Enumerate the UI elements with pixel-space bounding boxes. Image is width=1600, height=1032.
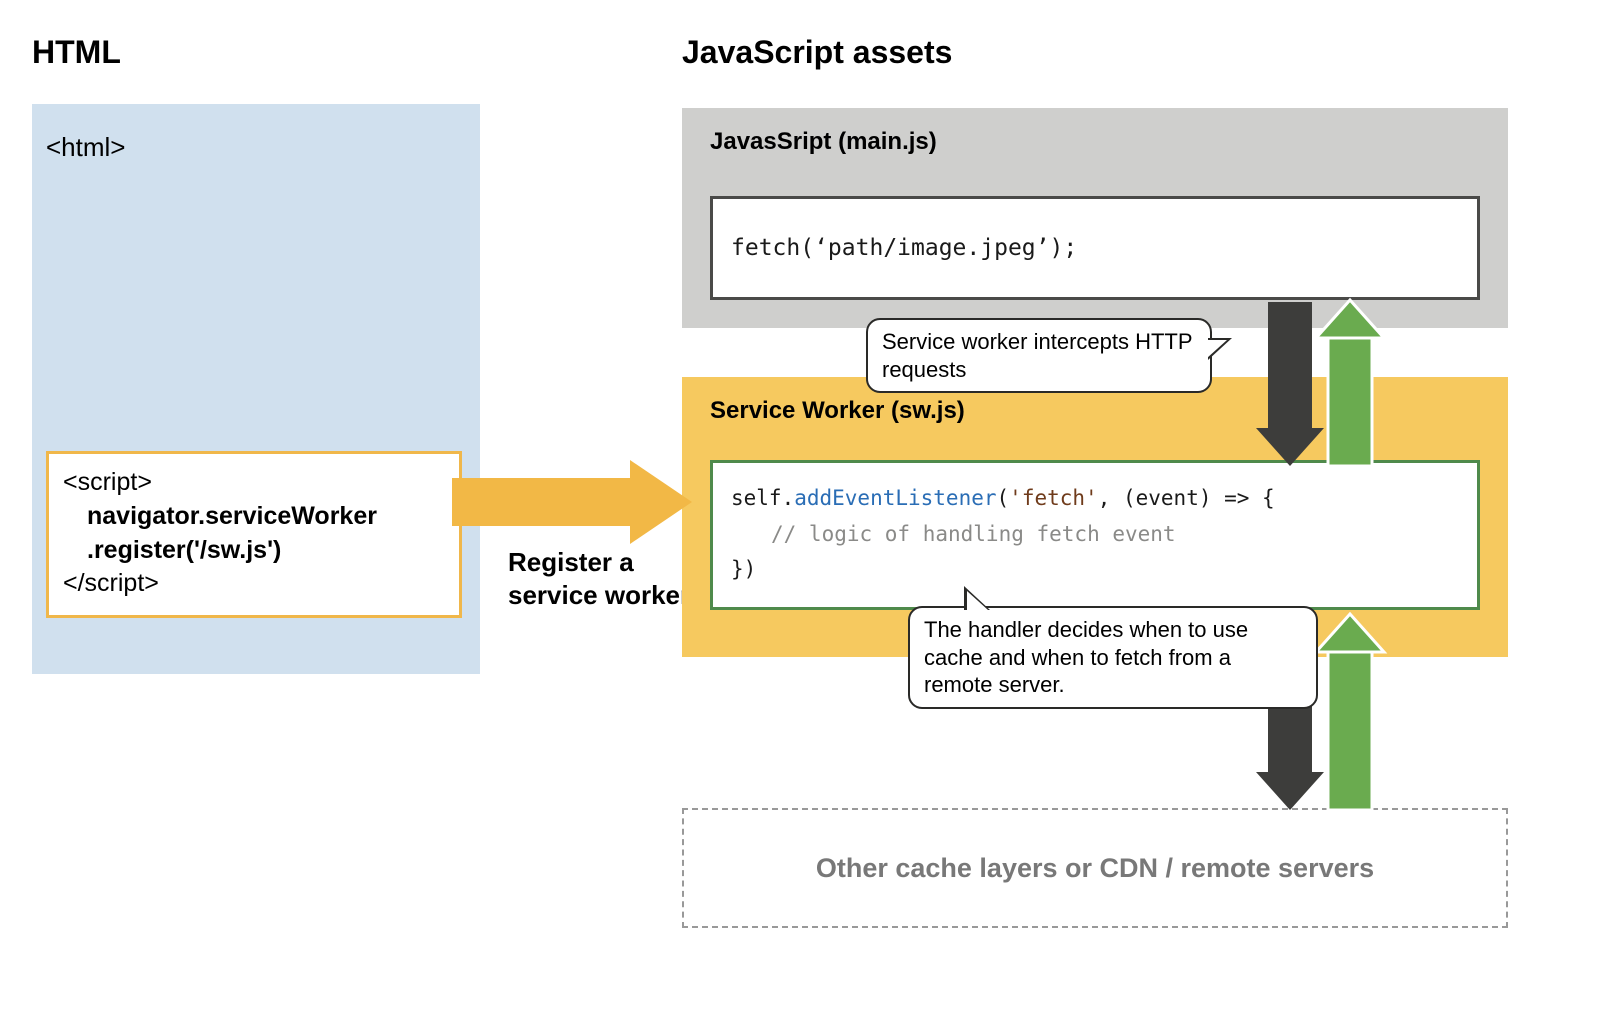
bubble-handler-text: The handler decides when to use cache an…: [924, 617, 1248, 697]
html-panel: <html> <script> navigator.serviceWorker …: [32, 104, 480, 674]
html-script-box: <script> navigator.serviceWorker .regist…: [46, 451, 462, 618]
js-mainjs-title: JavasSript (main.js): [710, 128, 1508, 156]
sw-panel-title: Service Worker (sw.js): [710, 397, 1508, 425]
bubble-intercept: Service worker intercepts HTTP requests: [866, 318, 1212, 393]
js-fetch-code: fetch(‘path/image.jpeg’);: [731, 235, 1077, 261]
sw-code-comment: // logic of handling fetch event: [771, 522, 1176, 546]
heading-js-assets: JavaScript assets: [682, 34, 952, 71]
js-fetch-code-box: fetch(‘path/image.jpeg’);: [710, 196, 1480, 300]
script-line-1: navigator.serviceWorker: [63, 500, 445, 534]
script-close-tag: </script>: [63, 569, 159, 597]
script-open-tag: <script>: [63, 468, 152, 496]
bubble-intercept-text: Service worker intercepts HTTP requests: [882, 329, 1192, 382]
bottom-cache-box: Other cache layers or CDN / remote serve…: [682, 808, 1508, 928]
sw-code-line-1: self.addEventListener('fetch', (event) =…: [731, 481, 1459, 517]
sw-code-line-3: }): [731, 552, 1459, 588]
heading-html: HTML: [32, 34, 121, 71]
sw-code-close: }): [731, 557, 756, 581]
sw-code-paren: (: [997, 486, 1010, 510]
sw-code-str: 'fetch': [1009, 486, 1098, 510]
sw-code-box: self.addEventListener('fetch', (event) =…: [710, 460, 1480, 610]
sw-code-line-2: // logic of handling fetch event: [731, 517, 1459, 553]
bottom-cache-text: Other cache layers or CDN / remote serve…: [816, 853, 1374, 884]
sw-code-self: self.: [731, 486, 794, 510]
html-open-tag: <html>: [46, 132, 126, 163]
register-label: Register a service worker: [508, 546, 690, 611]
bubble-handler: The handler decides when to use cache an…: [908, 606, 1318, 709]
sw-code-rest: , (event) => {: [1098, 486, 1275, 510]
register-arrow-icon: [452, 460, 692, 544]
script-line-2: .register('/sw.js'): [63, 534, 445, 568]
sw-code-fn: addEventListener: [794, 486, 996, 510]
